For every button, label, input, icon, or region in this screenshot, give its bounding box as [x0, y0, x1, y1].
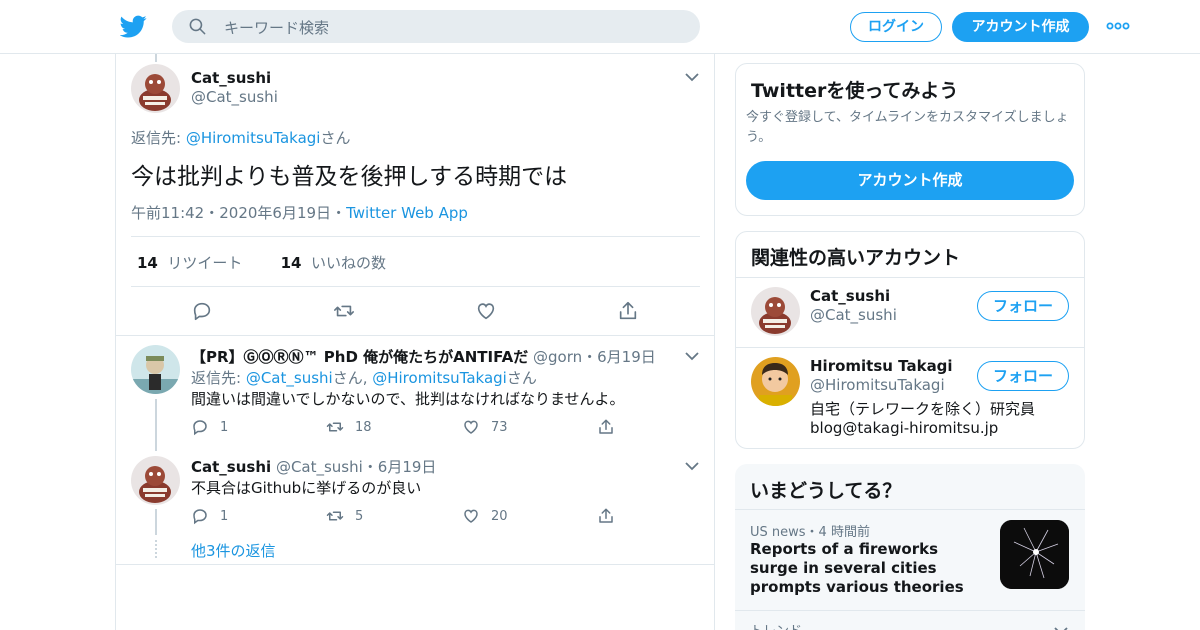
avatar[interactable] [131, 64, 180, 113]
thread-line-dotted [155, 540, 157, 558]
search-input[interactable]: キーワード検索 [224, 17, 329, 38]
signup-button[interactable]: アカウント作成 [952, 12, 1089, 42]
tweet-meta: 午前11:42・2020年6月19日・Twitter Web App [131, 204, 468, 222]
chevron-down-icon[interactable] [684, 351, 700, 361]
reply-icon[interactable] [191, 300, 213, 322]
reply-icon [193, 509, 207, 525]
retweet-action[interactable]: 5 [326, 507, 386, 525]
retweet-icon[interactable] [333, 300, 355, 322]
account-name[interactable]: Hiromitsu Takagi [810, 357, 953, 375]
author-handle[interactable]: @Cat_sushi [191, 88, 278, 106]
avatar[interactable] [751, 287, 800, 336]
reply-icon [193, 420, 207, 436]
chevron-down-icon[interactable] [684, 461, 700, 471]
thread-line [155, 399, 157, 451]
share-action[interactable] [597, 418, 617, 436]
search-bar[interactable]: キーワード検索 [172, 10, 700, 43]
like-action[interactable]: 20 [462, 507, 522, 525]
like-icon [464, 509, 478, 523]
thread-line [155, 54, 157, 62]
reply-action[interactable]: 1 [191, 418, 251, 436]
trend-headline[interactable]: Reports of a fireworks surge in several … [750, 540, 980, 597]
conversation-column: Cat_sushi @Cat_sushi 返信先: @HiromitsuTaka… [115, 54, 715, 630]
signup-card: Twitterを使ってみよう 今すぐ登録して、タイムラインをカスタマイズしましょ… [735, 63, 1085, 216]
like-action[interactable]: 73 [462, 418, 522, 436]
divider [116, 564, 714, 565]
chevron-down-icon[interactable] [684, 72, 700, 82]
account-handle[interactable]: @HiromitsuTakagi [810, 376, 945, 394]
retweet-icon [326, 422, 344, 432]
search-icon [189, 18, 206, 35]
signup-card-description: 今すぐ登録して、タイムラインをカスタマイズしましょう。 [746, 110, 1069, 145]
reply-text: 不具合はGithubに挙げるのが良い [191, 479, 422, 497]
account-handle[interactable]: @Cat_sushi [810, 306, 897, 324]
avatar[interactable] [131, 456, 180, 505]
divider [735, 610, 1085, 611]
share-icon[interactable] [617, 300, 639, 322]
twitter-bird-icon[interactable] [120, 13, 147, 40]
account-name[interactable]: Cat_sushi [810, 287, 890, 305]
trend-meta: トレンド [750, 620, 802, 630]
chevron-down-icon[interactable] [1053, 626, 1069, 630]
relevant-accounts-card: 関連性の高いアカウント Cat_sushi @Cat_sushi フォロー Hi… [735, 231, 1085, 449]
account-bio: 自宅（テレワークを除く）研究員 [810, 400, 1036, 418]
avatar[interactable] [131, 345, 180, 394]
reply-author[interactable]: 【PR】ⒼⓄⓇⓃ™ PhD 俺が俺たちがANTIFAだ @gorn・6月19日 [191, 346, 656, 367]
like-stat[interactable]: 14 いいねの数 [281, 254, 386, 272]
divider [735, 509, 1085, 510]
retweet-stat[interactable]: 14 リツイート [137, 254, 242, 272]
tweet-date[interactable]: 2020年6月19日 [219, 204, 331, 222]
mention-link[interactable]: @Cat_sushi [246, 369, 333, 387]
divider [131, 236, 700, 237]
thread-line [155, 509, 157, 535]
more-replies-link[interactable]: 他3件の返信 [191, 540, 276, 561]
share-icon [599, 508, 613, 523]
trend-thumbnail[interactable] [1000, 520, 1069, 589]
like-icon [464, 420, 478, 434]
retweet-icon [326, 511, 344, 521]
reply-context: 返信先: @Cat_sushiさん, @HiromitsuTakagiさん [191, 369, 537, 387]
mention-link[interactable]: @HiromitsuTakagi [186, 129, 321, 147]
tweet-text: 今は批判よりも普及を後押しする時期では [131, 164, 568, 190]
divider [736, 277, 1084, 278]
share-icon [599, 419, 613, 434]
trends-title: いまどうしてる？ [750, 480, 902, 502]
tweet-source[interactable]: Twitter Web App [346, 204, 468, 222]
reply-action[interactable]: 1 [191, 507, 251, 525]
divider [131, 286, 700, 287]
follow-button[interactable]: フォロー [977, 361, 1069, 391]
login-button[interactable]: ログイン [850, 12, 942, 42]
signup-card-button[interactable]: アカウント作成 [746, 161, 1074, 200]
tweet-stats: 14 リツイート 14 いいねの数 [137, 252, 386, 273]
reply-context: 返信先: @HiromitsuTakagiさん [131, 129, 351, 147]
top-header: キーワード検索 ログイン アカウント作成 [0, 0, 1200, 54]
reply-author[interactable]: Cat_sushi @Cat_sushi・6月19日 [191, 456, 436, 477]
avatar[interactable] [751, 357, 800, 406]
mention-link[interactable]: @HiromitsuTakagi [372, 369, 507, 387]
retweet-action[interactable]: 18 [326, 418, 386, 436]
like-icon[interactable] [475, 300, 497, 322]
divider [116, 335, 714, 336]
signup-card-title: Twitterを使ってみよう [751, 80, 959, 102]
divider [736, 347, 1084, 348]
relevant-accounts-title: 関連性の高いアカウント [751, 247, 961, 269]
tweet-time[interactable]: 午前11:42 [131, 204, 204, 222]
account-bio: blog@takagi-hiromitsu.jp [810, 419, 999, 437]
follow-button[interactable]: フォロー [977, 291, 1069, 321]
more-options-icon[interactable] [1106, 19, 1130, 33]
author-name[interactable]: Cat_sushi [191, 69, 271, 87]
share-action[interactable] [597, 507, 617, 525]
trends-card: いまどうしてる？ US news・4 時間前 Reports of a fire… [735, 464, 1085, 630]
trend-meta: US news・4 時間前 [750, 525, 870, 540]
reply-text: 間違いは間違いでしかないので、批判はなければなりませんよ。 [191, 390, 625, 408]
